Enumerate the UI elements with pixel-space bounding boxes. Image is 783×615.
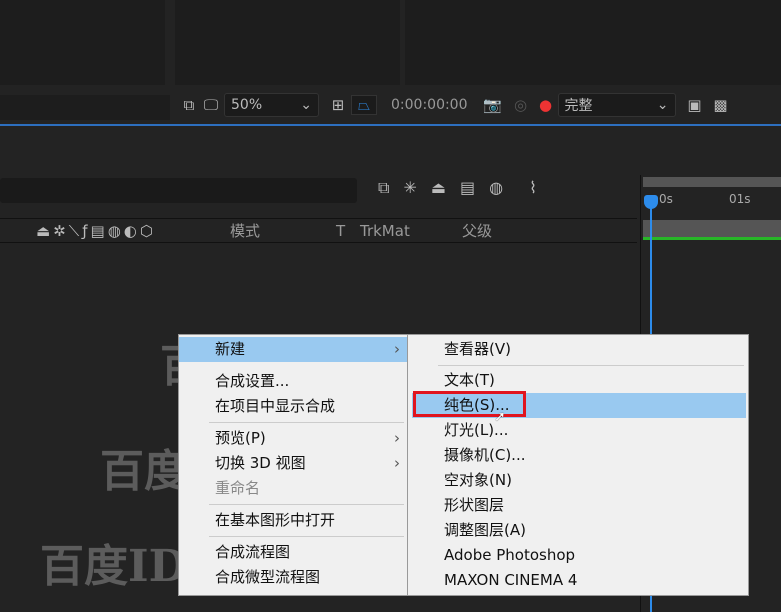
chevron-right-icon: › — [394, 340, 400, 358]
render-bar — [643, 237, 781, 240]
transparency-grid-icon[interactable]: ▩ — [708, 96, 734, 114]
chevron-down-icon: ⌄ — [656, 97, 669, 113]
frame-blending-icon[interactable]: ▤ — [460, 178, 475, 198]
comp-flowchart-icon[interactable]: ⧉ — [378, 178, 389, 198]
submenu-item-viewer[interactable]: 查看器(V) — [408, 337, 748, 362]
layers-icon[interactable]: ⧉ — [178, 96, 200, 114]
label: 切换 3D 视图 — [215, 454, 306, 472]
new-submenu: 查看器(V) 文本(T) 纯色(S)... ➚ 灯光(L)... 摄像机(C).… — [407, 334, 749, 596]
zoom-dropdown[interactable]: 50% ⌄ — [224, 93, 319, 117]
column-trkmat[interactable]: TrkMat — [360, 219, 410, 243]
color-channels-icon[interactable]: ● — [534, 96, 558, 114]
chevron-down-icon: ⌄ — [300, 97, 312, 113]
column-parent[interactable]: 父级 — [462, 219, 492, 243]
work-area-bar[interactable] — [643, 177, 781, 187]
monitor-icon[interactable]: 🖵 — [200, 96, 222, 114]
red-annotation-box — [413, 391, 526, 417]
submenu-item-null-object[interactable]: 空对象(N) — [408, 468, 748, 493]
chevron-right-icon: › — [394, 429, 400, 447]
submenu-item-shape-layer[interactable]: 形状图层 — [408, 493, 748, 518]
column-t[interactable]: T — [336, 219, 345, 243]
resolution-value: 完整 — [564, 98, 593, 114]
region-of-interest-icon[interactable]: ⊞ — [325, 96, 351, 114]
submenu-item-text[interactable]: 文本(T) — [408, 368, 748, 393]
zoom-value: 50% — [231, 97, 263, 113]
switch-icons: ⏏✲⟍ƒ▤◍◐⬡ — [36, 222, 156, 240]
ruler-01s: 01s — [729, 192, 751, 206]
graph-editor-icon[interactable]: ⌇ — [529, 178, 537, 198]
timeline-switches: ⧉ ✳ ⏏ ▤ ◍ ⌇ — [378, 178, 537, 198]
menu-item-comp-mini-flowchart[interactable]: 合成微型流程图 — [179, 565, 408, 590]
submenu-item-photoshop[interactable]: Adobe Photoshop — [408, 543, 748, 568]
composition-viewer-right — [405, 0, 781, 85]
separator — [438, 365, 744, 366]
draft-3d-icon[interactable]: ✳ — [403, 178, 416, 198]
layer-search-input[interactable] — [0, 178, 357, 203]
menu-item-comp-settings[interactable]: 合成设置... — [179, 369, 408, 394]
ruler-0s: 0s — [659, 192, 673, 206]
submenu-item-cinema4d[interactable]: MAXON CINEMA 4 — [408, 568, 748, 593]
resolution-dropdown[interactable]: 完整 ⌄ — [557, 93, 676, 117]
menu-item-rename: 重命名 — [215, 479, 261, 497]
separator — [209, 422, 404, 423]
panel-focus-border — [0, 124, 781, 126]
project-panel — [0, 0, 165, 85]
menu-item-new[interactable]: 新建 › — [179, 337, 408, 362]
show-snapshot-icon[interactable]: ◎ — [508, 96, 534, 114]
label: 预览(P) — [215, 429, 266, 447]
separator — [209, 504, 404, 505]
menu-item-reveal-in-project[interactable]: 在项目中显示合成 — [179, 394, 408, 419]
submenu-item-camera[interactable]: 摄像机(C)... — [408, 443, 748, 468]
menu-item-comp-flowchart[interactable]: 合成流程图 — [179, 540, 408, 565]
layer-bar-area — [643, 220, 781, 237]
playhead-handle[interactable] — [644, 195, 658, 209]
menu-item-preview[interactable]: 预览(P) › — [179, 426, 408, 451]
label: 新建 — [215, 340, 246, 358]
fast-previews-icon[interactable]: ▣ — [682, 96, 708, 114]
mask-path-icon[interactable]: ⏢ — [351, 95, 377, 115]
layer-column-header: ⏏✲⟍ƒ▤◍◐⬡ 模式 T TrkMat 父级 — [0, 218, 637, 243]
submenu-item-light[interactable]: 灯光(L)... — [408, 418, 748, 443]
shy-layers-icon[interactable]: ⏏ — [431, 178, 446, 198]
submenu-item-adjustment-layer[interactable]: 调整图层(A) — [408, 518, 748, 543]
context-menu: 新建 › 合成设置... 在项目中显示合成 预览(P) › 切换 3D 视图 › 重命… — [178, 334, 409, 596]
timecode[interactable]: 0:00:00:00 — [391, 97, 468, 113]
menu-item-open-in-essential-graphics[interactable]: 在基本图形中打开 — [179, 508, 408, 533]
column-mode[interactable]: 模式 — [230, 219, 260, 243]
composition-viewer — [175, 0, 400, 85]
menu-item-switch-3d-view[interactable]: 切换 3D 视图 › — [179, 451, 408, 476]
viewer-toolbar: ⧉ 🖵 50% ⌄ ⊞ ⏢ 0:00:00:00 📷 ◎ ● 完整 ⌄ ▣ ▩ — [178, 90, 781, 120]
separator — [209, 536, 404, 537]
chevron-right-icon: › — [394, 454, 400, 472]
project-panel-footer — [0, 95, 170, 120]
motion-blur-icon[interactable]: ◍ — [489, 178, 503, 198]
snapshot-camera-icon[interactable]: 📷 — [478, 96, 508, 114]
